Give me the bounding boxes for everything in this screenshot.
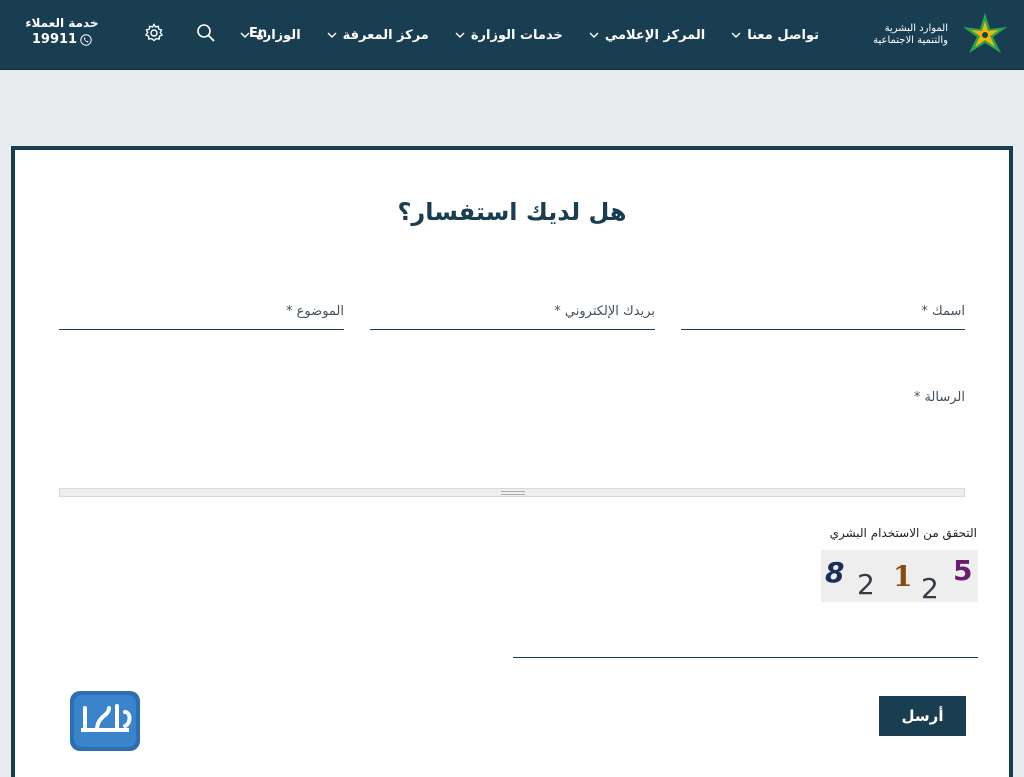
captcha-graphic: 8 2 1 2 5: [825, 554, 972, 605]
captcha-image: 8 2 1 2 5: [821, 550, 978, 605]
gear-icon: [144, 23, 164, 42]
ministry-logo[interactable]: الموارد البشرية والتنمية الاجتماعية: [864, 10, 1014, 60]
nav-item-label: مركز المعرفة: [342, 27, 429, 43]
resize-grip-icon: [501, 491, 525, 495]
nav-item-knowledge-center[interactable]: مركز المعرفة: [327, 28, 429, 43]
captcha-char: 2: [857, 568, 875, 601]
nav-item-ministry-services[interactable]: خدمات الوزارة: [455, 28, 563, 43]
chevron-down-icon: [455, 32, 465, 38]
name-field-label: اسمك *: [921, 304, 965, 319]
nav-item-contact-us[interactable]: تواصل معنا: [731, 28, 819, 43]
chevron-down-icon: [589, 32, 599, 38]
site-header: الموارد البشرية والتنمية الاجتماعية الوز…: [0, 0, 1024, 70]
email-field-label: بريدك الإلكتروني *: [554, 304, 655, 319]
nav-item-label: تواصل معنا: [747, 27, 819, 43]
captcha-char: 1: [893, 560, 912, 593]
textarea-resize-handle[interactable]: [59, 488, 965, 497]
form-title: هل لديك استفسار؟: [397, 198, 627, 226]
subject-field-label: الموضوع *: [286, 304, 344, 319]
message-textarea[interactable]: الرسالة *: [59, 382, 965, 496]
phone-icon: [80, 33, 92, 46]
customer-service-number-row: 19911: [22, 32, 102, 47]
name-field[interactable]: اسمك *: [681, 298, 965, 330]
main-nav: الوزارة مركز المعرفة خدمات الوزارة المرك…: [240, 22, 819, 48]
captcha-char: 5: [953, 554, 972, 587]
search-button[interactable]: [196, 23, 216, 43]
captcha-label: التحقق من الاستخدام البشري: [829, 526, 977, 540]
chevron-down-icon: [731, 32, 741, 38]
send-button[interactable]: أرسل: [879, 696, 966, 736]
logo-line-1: الموارد البشرية: [884, 23, 948, 34]
nav-item-media-center[interactable]: المركز الإعلامي: [589, 28, 705, 43]
nav-item-label: المركز الإعلامي: [604, 27, 706, 43]
nav-item-label: خدمات الوزارة: [470, 27, 563, 43]
language-toggle[interactable]: En: [249, 26, 267, 41]
captcha-char: 8: [825, 556, 844, 589]
email-field[interactable]: بريدك الإلكتروني *: [370, 298, 655, 330]
captcha-input[interactable]: [513, 628, 978, 658]
inquiry-form-card: هل لديك استفسار؟ اسمك * بريدك الإلكتروني…: [11, 146, 1013, 777]
customer-service-number: 19911: [31, 32, 78, 47]
logo-line-2: والتنمية الاجتماعية: [873, 35, 948, 46]
logo-text: الموارد البشرية والتنمية الاجتماعية: [873, 23, 948, 47]
message-field-label: الرسالة *: [913, 390, 965, 405]
customer-service[interactable]: خدمة العملاء 19911: [22, 16, 102, 47]
logo-star-icon: [963, 13, 1007, 53]
watermark-logo: [70, 691, 140, 751]
customer-service-label: خدمة العملاء: [25, 16, 99, 30]
subject-field[interactable]: الموضوع *: [59, 298, 344, 330]
chevron-down-icon: [327, 32, 337, 38]
captcha-char: 2: [921, 572, 939, 602]
search-icon: [197, 24, 215, 42]
settings-button[interactable]: [144, 23, 164, 43]
